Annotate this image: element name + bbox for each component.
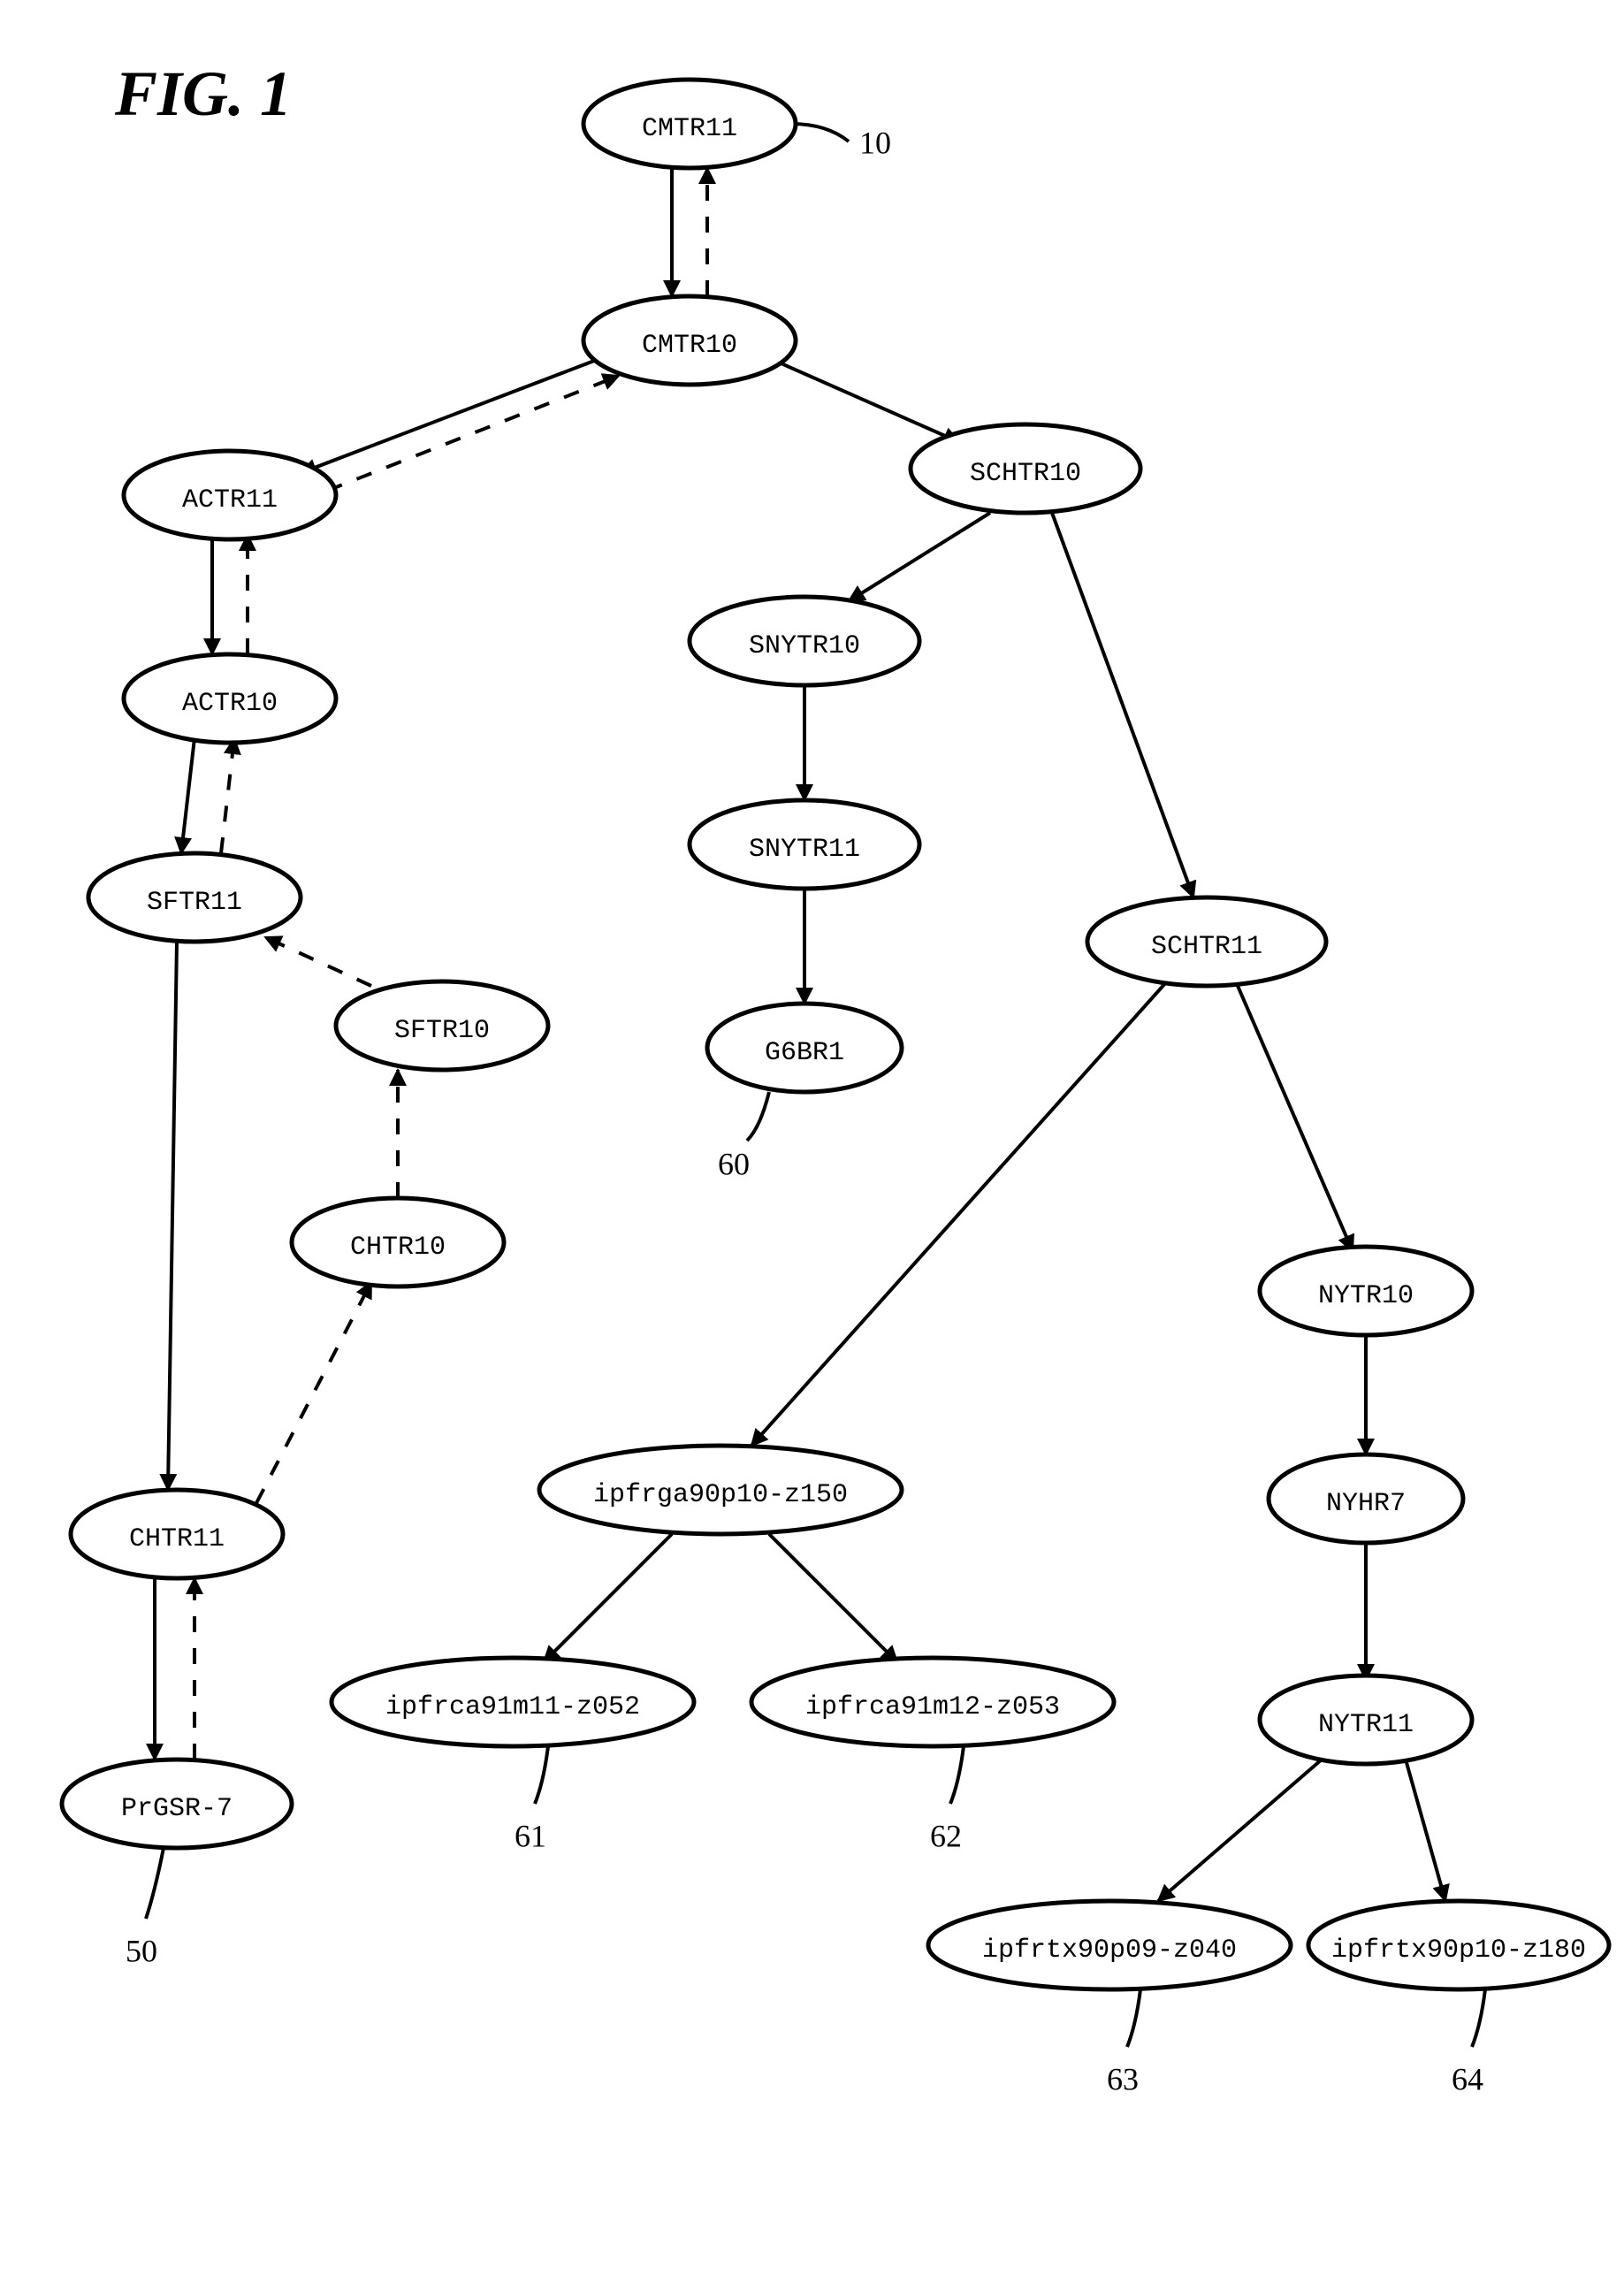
figure-title: FIG. 1 <box>114 58 292 129</box>
leader-61 <box>535 1746 548 1804</box>
edge-sftr11-chtr11 <box>168 942 177 1490</box>
leader-60 <box>747 1092 769 1141</box>
edge-sftr11-actr10 <box>221 738 234 853</box>
edge-chtr11-chtr10 <box>256 1282 371 1503</box>
node-actr11-label: ACTR11 <box>182 485 278 515</box>
edge-schtr10-schtr11 <box>1052 513 1193 897</box>
node-prgsr7: PrGSR-7 <box>62 1760 292 1848</box>
edge-z150-z053 <box>769 1534 897 1662</box>
node-schtr11-label: SCHTR11 <box>1151 932 1262 962</box>
edge-sftr10-sftr11 <box>265 937 371 986</box>
node-actr10: ACTR10 <box>124 654 336 743</box>
node-g6br1-label: G6BR1 <box>765 1038 844 1068</box>
node-z150-label: ipfrga90p10-z150 <box>593 1480 848 1510</box>
node-schtr10: SCHTR10 <box>911 424 1140 513</box>
node-chtr11: CHTR11 <box>71 1490 283 1578</box>
node-z052-label: ipfrca91m11-z052 <box>385 1692 640 1722</box>
node-cmtr10: CMTR10 <box>583 296 796 385</box>
edge-cmtr10-actr11 <box>301 358 601 473</box>
node-cmtr11: CMTR11 <box>583 80 796 168</box>
node-actr11: ACTR11 <box>124 451 336 539</box>
node-z180-label: ipfrtx90p10-z180 <box>1331 1935 1586 1966</box>
edge-cmtr10-schtr10 <box>769 358 959 442</box>
node-z150: ipfrga90p10-z150 <box>539 1446 902 1534</box>
leader-10 <box>791 124 849 141</box>
node-snytr10-label: SNYTR10 <box>749 631 860 661</box>
node-snytr10: SNYTR10 <box>690 597 919 685</box>
leader-62 <box>950 1746 964 1804</box>
edge-schtr10-snytr10 <box>849 513 990 601</box>
node-sftr10: SFTR10 <box>336 981 548 1070</box>
node-snytr11-label: SNYTR11 <box>749 835 860 865</box>
node-cmtr11-label: CMTR11 <box>642 114 737 144</box>
node-z040: ipfrtx90p09-z040 <box>928 1901 1291 1989</box>
node-schtr11: SCHTR11 <box>1087 897 1326 986</box>
node-nyhr7: NYHR7 <box>1269 1454 1463 1543</box>
edge-schtr11-nytr10 <box>1238 986 1353 1251</box>
node-chtr11-label: CHTR11 <box>129 1524 225 1554</box>
edge-z150-z052 <box>544 1534 672 1662</box>
node-z180: ipfrtx90p10-z180 <box>1308 1901 1609 1989</box>
leader-64 <box>1472 1989 1485 2047</box>
ref-60-label: 60 <box>718 1146 750 1181</box>
node-z053: ipfrca91m12-z053 <box>751 1658 1114 1746</box>
node-z052: ipfrca91m11-z052 <box>332 1658 694 1746</box>
node-sftr11: SFTR11 <box>88 853 301 942</box>
ref-61-label: 61 <box>515 1818 546 1853</box>
edge-actr10-sftr11 <box>181 738 194 853</box>
node-z040-label: ipfrtx90p09-z040 <box>982 1935 1237 1966</box>
node-g6br1: G6BR1 <box>707 1004 902 1092</box>
node-cmtr10-label: CMTR10 <box>642 331 737 361</box>
leader-63 <box>1127 1989 1140 2047</box>
node-schtr10-label: SCHTR10 <box>970 459 1081 489</box>
node-actr10-label: ACTR10 <box>182 689 278 719</box>
node-chtr10: CHTR10 <box>292 1198 504 1286</box>
node-nytr11-label: NYTR11 <box>1318 1710 1414 1740</box>
node-snytr11: SNYTR11 <box>690 800 919 889</box>
node-nyhr7-label: NYHR7 <box>1326 1489 1406 1519</box>
ref-64-label: 64 <box>1452 2061 1483 2096</box>
node-nytr10-label: NYTR10 <box>1318 1281 1414 1311</box>
edge-actr11-cmtr10 <box>327 376 619 491</box>
ref-63-label: 63 <box>1107 2061 1139 2096</box>
node-nytr11: NYTR11 <box>1260 1676 1472 1764</box>
node-chtr10-label: CHTR10 <box>350 1233 446 1263</box>
ref-10-label: 10 <box>859 125 891 160</box>
ref-50-label: 50 <box>126 1933 157 1968</box>
leader-50 <box>146 1848 164 1919</box>
node-sftr11-label: SFTR11 <box>147 888 242 918</box>
ref-62-label: 62 <box>930 1818 962 1853</box>
edge-nytr11-z180 <box>1406 1760 1445 1901</box>
node-sftr10-label: SFTR10 <box>394 1016 490 1046</box>
node-prgsr7-label: PrGSR-7 <box>121 1794 233 1824</box>
node-nytr10: NYTR10 <box>1260 1247 1472 1335</box>
edge-nytr11-z040 <box>1158 1760 1322 1901</box>
node-z053-label: ipfrca91m12-z053 <box>805 1692 1060 1722</box>
